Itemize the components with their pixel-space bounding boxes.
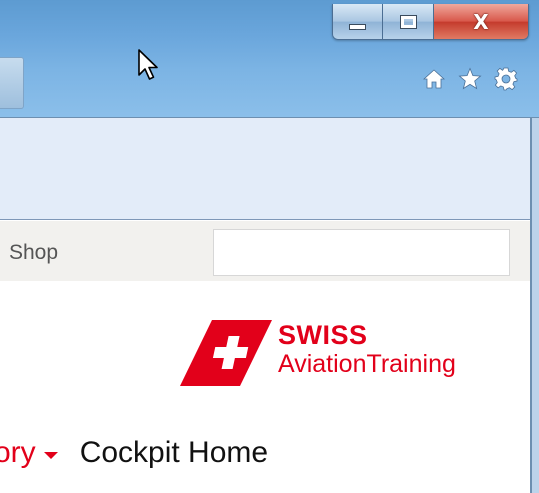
search-input[interactable]: [213, 229, 510, 276]
maximize-button[interactable]: [383, 4, 434, 39]
mouse-cursor-icon: [138, 49, 158, 80]
main-menu: ory Cockpit Home: [0, 436, 268, 470]
minimize-button[interactable]: [333, 4, 384, 39]
browser-toolbar-icons: [421, 66, 519, 92]
chevron-down-icon[interactable]: [43, 451, 58, 459]
swiss-aviation-training-logo[interactable]: SWISS AviationTraining: [180, 320, 456, 386]
gear-icon[interactable]: [493, 66, 519, 92]
nav-shop-link[interactable]: Shop: [9, 241, 58, 265]
logo-swiss-text: SWISS: [278, 320, 368, 350]
logo-subtitle-text: AviationTraining: [278, 350, 456, 378]
close-button[interactable]: X: [433, 4, 528, 39]
minimize-icon: [349, 23, 367, 30]
maximize-icon: [399, 14, 417, 29]
window-controls: X: [332, 4, 529, 40]
browser-content-header: [0, 118, 530, 220]
window-frame: [532, 118, 539, 493]
swiss-flag-logo-icon: [180, 320, 272, 386]
home-icon[interactable]: [421, 66, 447, 92]
menu-item-cockpit-home[interactable]: Cockpit Home: [80, 436, 268, 470]
star-icon[interactable]: [457, 66, 483, 92]
close-icon: X: [473, 9, 489, 34]
window-titlebar: X: [0, 0, 539, 118]
browser-tab[interactable]: [0, 57, 24, 109]
menu-item-category[interactable]: ory: [0, 436, 36, 470]
